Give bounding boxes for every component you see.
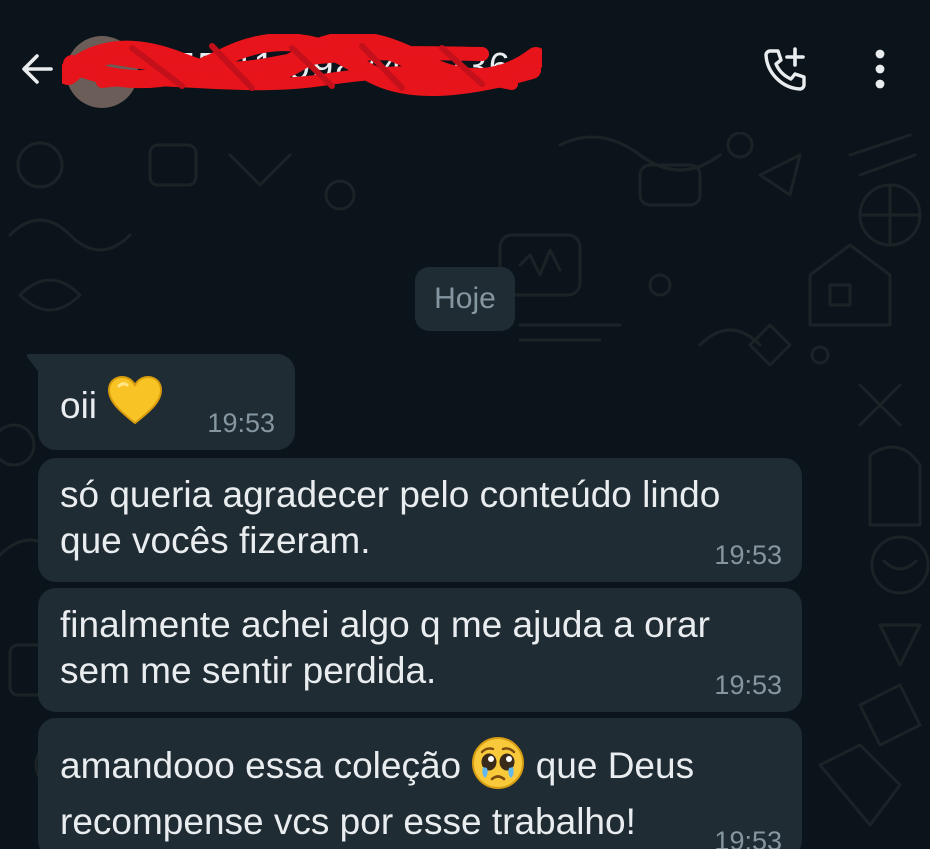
message-line: finalmente achei algo q me ajuda a orar <box>60 604 710 645</box>
message-text-part: que Deus <box>535 745 695 786</box>
message-text: finalmente achei algo q me ajuda a orar … <box>60 602 710 694</box>
back-button[interactable] <box>14 46 60 92</box>
message-line: só queria agradecer pelo conteúdo lindo <box>60 474 721 515</box>
chat-header: +55 11 99874-1236 <box>0 0 930 132</box>
message-time: 19:53 <box>714 826 782 849</box>
message-line: amandooo essa coleção que Deus <box>60 736 694 794</box>
message-text-part: amandooo essa coleção <box>60 745 462 786</box>
add-call-button[interactable] <box>758 44 812 94</box>
message-line: que vocês fizeram. <box>60 520 371 561</box>
message-text: oii <box>60 376 163 429</box>
message-bubble[interactable]: amandooo essa coleção que Deus recompens… <box>38 718 802 849</box>
message-time: 19:53 <box>714 540 782 570</box>
add-call-icon <box>764 47 806 91</box>
message-text-part: oii <box>60 385 98 426</box>
arrow-left-icon <box>22 54 53 84</box>
message-time: 19:53 <box>714 670 782 700</box>
message-line: sem me sentir perdida. <box>60 650 437 691</box>
bubble-tail <box>26 354 53 378</box>
message-text: amandooo essa coleção que Deus recompens… <box>60 736 694 849</box>
yellow-heart-icon <box>108 376 163 425</box>
chat-area[interactable]: Hoje oii 19:53 só queria agradecer pelo … <box>0 125 930 849</box>
more-options-button[interactable] <box>860 44 900 94</box>
date-chip: Hoje <box>415 267 515 331</box>
more-vertical-icon <box>875 49 885 89</box>
message-bubble[interactable]: só queria agradecer pelo conteúdo lindo … <box>38 458 802 582</box>
message-bubble[interactable]: oii 19:53 <box>26 354 295 450</box>
message-bubble[interactable]: finalmente achei algo q me ajuda a orar … <box>38 588 802 712</box>
message-text: só queria agradecer pelo conteúdo lindo … <box>60 472 720 564</box>
message-line: recompense vcs por esse trabalho! <box>60 801 636 842</box>
avatar[interactable] <box>66 36 138 108</box>
pleading-face-icon <box>472 737 525 789</box>
contact-name[interactable]: +55 11 99874-1236 <box>150 42 520 92</box>
message-time: 19:53 <box>207 408 275 438</box>
